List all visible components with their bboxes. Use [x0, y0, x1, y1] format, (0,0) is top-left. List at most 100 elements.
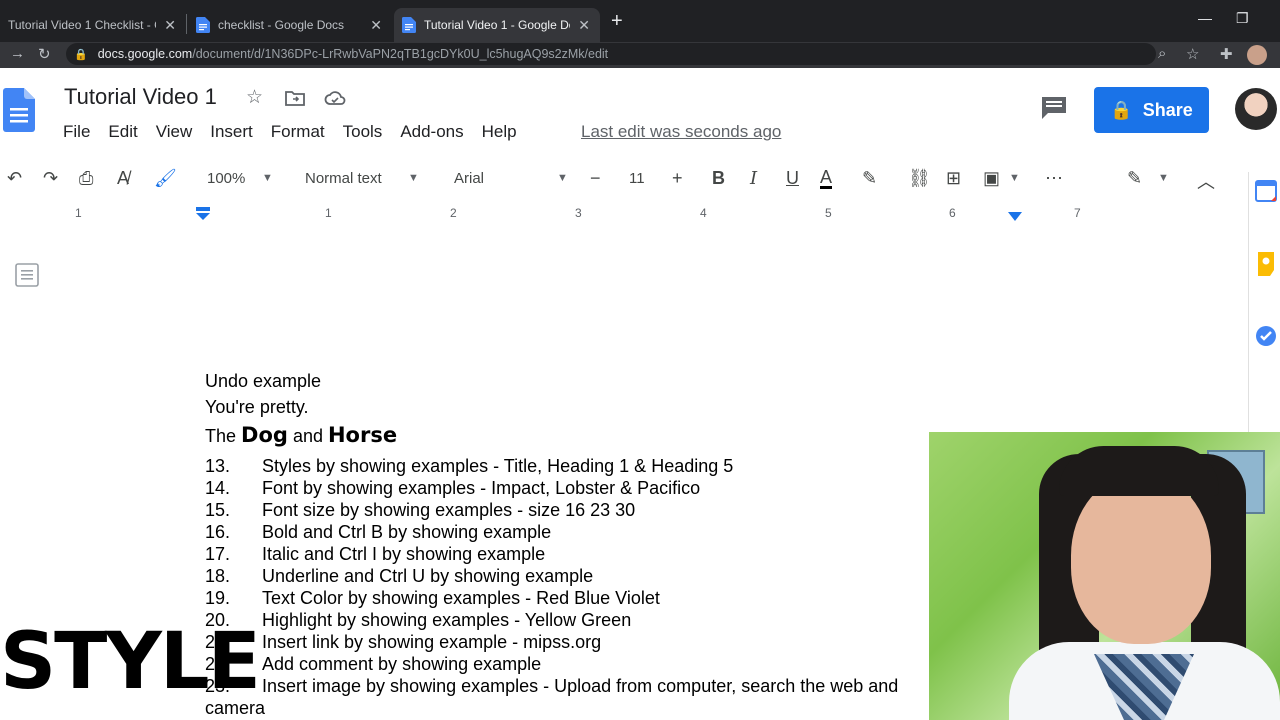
add-comment-icon[interactable]: ⊞ [946, 168, 961, 189]
document-title[interactable]: Tutorial Video 1 [64, 84, 217, 110]
menu-add-ons[interactable]: Add-ons [400, 122, 463, 142]
tasks-icon[interactable] [1255, 325, 1277, 347]
spellcheck-icon[interactable]: A̸ [117, 168, 129, 189]
list-item: 23. Insert image by showing examples - Up… [205, 675, 965, 697]
indent-marker-icon[interactable] [196, 207, 210, 221]
close-icon[interactable]: ✕ [578, 17, 590, 34]
docs-logo-icon[interactable] [3, 88, 35, 132]
calendar-icon[interactable] [1255, 180, 1277, 202]
docs-header: Tutorial Video 1 ☆ File Edit View Insert… [0, 68, 1280, 150]
list-text: Add comment by showing example [262, 654, 542, 674]
more-options-icon[interactable]: ⋯ [1045, 168, 1063, 189]
menu-insert[interactable]: Insert [210, 122, 253, 142]
underline-icon[interactable]: U [786, 168, 799, 189]
close-icon[interactable]: ✕ [164, 17, 176, 34]
print-icon[interactable]: ⎙ [79, 168, 93, 189]
list-number: 13. [205, 456, 231, 476]
paragraph-dog-horse: The Dog and Horse [205, 420, 965, 451]
list-text: Text Color by showing examples - Red Blu… [262, 588, 660, 608]
undo-icon[interactable]: ↶ [7, 168, 22, 189]
chevron-down-icon[interactable]: ▼ [557, 172, 568, 184]
highlight-color-icon[interactable]: ✎ [862, 168, 877, 189]
menu-format[interactable]: Format [271, 122, 325, 142]
menu-help[interactable]: Help [482, 122, 517, 142]
cloud-status-icon[interactable] [324, 90, 346, 106]
keep-icon[interactable] [1256, 252, 1276, 276]
bookmark-star-icon[interactable]: ☆ [1186, 45, 1199, 63]
text-color-icon[interactable]: A [820, 168, 833, 189]
style-caption-overlay: STYLE [0, 617, 261, 707]
bold-icon[interactable]: B [712, 168, 725, 189]
menu-edit[interactable]: Edit [108, 122, 137, 142]
list-item: 14. Font by showing examples - Impact, Lo… [205, 477, 965, 499]
chevron-down-icon[interactable]: ▼ [262, 172, 273, 184]
font-select[interactable]: Arial [454, 170, 484, 187]
docs-favicon-icon [402, 17, 416, 33]
list-item-wrap: camera [205, 697, 965, 719]
zoom-select[interactable]: 100% [207, 170, 245, 187]
list-item: 17. Italic and Ctrl I by showing example [205, 543, 965, 565]
comment-history-icon[interactable] [1041, 96, 1067, 120]
list-text: Underline and Ctrl U by showing example [262, 566, 594, 586]
list-number: 15. [205, 500, 231, 520]
lock-icon: 🔒 [1110, 99, 1133, 120]
italic-icon[interactable]: I [750, 168, 757, 189]
paragraph: Undo example [205, 371, 322, 391]
extensions-icon[interactable]: ✚ [1220, 45, 1233, 63]
reload-icon[interactable]: ↻ [38, 45, 51, 63]
paint-format-icon[interactable]: 🖌 [154, 168, 177, 189]
share-button[interactable]: 🔒 Share [1094, 87, 1209, 133]
ruler-number: 4 [700, 206, 707, 220]
minimize-icon[interactable]: — [1198, 10, 1212, 26]
chevron-down-icon[interactable]: ▼ [408, 172, 419, 184]
list-item: 21. Insert link by showing example - mips… [205, 631, 965, 653]
last-edit-link[interactable]: Last edit was seconds ago [581, 122, 781, 142]
font-size-field[interactable]: 11 [629, 170, 645, 187]
increase-font-size-icon[interactable]: + [672, 168, 683, 189]
decrease-font-size-icon[interactable]: − [590, 168, 601, 189]
chevron-down-icon[interactable]: ▼ [1158, 172, 1169, 184]
move-folder-icon[interactable] [285, 90, 305, 106]
maximize-icon[interactable]: ❐ [1236, 10, 1249, 27]
list-item: 16. Bold and Ctrl B by showing example [205, 521, 965, 543]
profile-avatar[interactable] [1247, 45, 1267, 65]
ruler-number: 6 [949, 206, 956, 220]
hide-menus-icon[interactable]: ︿ [1197, 168, 1215, 194]
avatar[interactable] [1235, 88, 1277, 130]
list-text: Insert link by showing example - mipss.o… [262, 632, 602, 652]
new-tab-icon[interactable]: + [611, 11, 623, 31]
menu-file[interactable]: File [63, 122, 90, 142]
document-outline-icon[interactable] [15, 263, 39, 287]
address-bar: → ↻ 🔒 docs.google.com/document/d/1N36DPc… [0, 42, 1280, 68]
chevron-down-icon[interactable]: ▼ [1009, 172, 1020, 184]
list-item: 20. Highlight by showing examples - Yello… [205, 609, 965, 631]
ruler-number: 2 [450, 206, 457, 220]
list-number: 18. [205, 566, 231, 586]
editing-mode-icon[interactable]: ✎ [1127, 168, 1142, 189]
url-field[interactable]: 🔒 docs.google.com/document/d/1N36DPc-LrR… [66, 43, 1156, 65]
webcam-overlay [929, 432, 1280, 720]
browser-tab-3-active[interactable]: Tutorial Video 1 - Google Docs ✕ [394, 8, 600, 42]
style-select[interactable]: Normal text [305, 170, 382, 187]
star-icon[interactable]: ☆ [246, 86, 263, 109]
forward-icon[interactable]: → [10, 45, 25, 62]
list-text: Italic and Ctrl I by showing example [262, 544, 546, 564]
insert-image-icon[interactable]: ▣ [983, 168, 1000, 189]
tab-separator [186, 14, 187, 34]
text-run-impact: Horse [327, 423, 398, 447]
browser-tab-2[interactable]: checklist - Google Docs ✕ [188, 8, 392, 42]
right-indent-marker-icon[interactable] [1008, 212, 1022, 221]
redo-icon[interactable]: ↷ [43, 168, 58, 189]
menu-view[interactable]: View [156, 122, 193, 142]
ruler[interactable]: 1 1 2 3 4 5 6 7 [0, 204, 1220, 224]
list-item: 15. Font size by showing examples - size … [205, 499, 965, 521]
close-icon[interactable]: ✕ [370, 17, 382, 34]
menu-tools[interactable]: Tools [343, 122, 383, 142]
ruler-number: 3 [575, 206, 582, 220]
browser-tab-1[interactable]: Tutorial Video 1 Checklist - Goog ✕ [0, 8, 186, 42]
zoom-icon[interactable]: ⌕ [1158, 45, 1166, 62]
screen: Tutorial Video 1 Checklist - Goog ✕ chec… [0, 0, 1280, 720]
document-page[interactable]: Undo example You're pretty. The Dog and … [205, 368, 965, 719]
menu-bar: File Edit View Insert Format Tools Add-o… [63, 122, 535, 142]
insert-link-icon[interactable]: ⛓ [908, 168, 931, 189]
